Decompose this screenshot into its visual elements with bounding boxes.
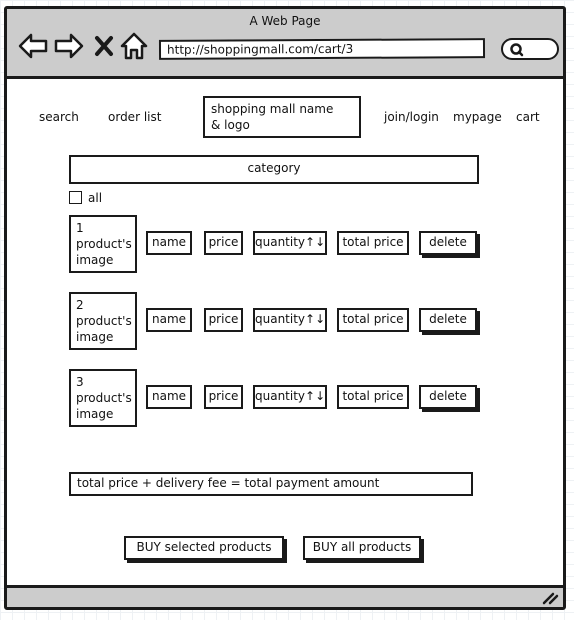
product-image[interactable]: 3 product's image bbox=[69, 369, 137, 427]
delete-button[interactable]: delete bbox=[419, 231, 477, 255]
forward-arrow-icon[interactable] bbox=[53, 31, 85, 61]
buy-all-button[interactable]: BUY all products bbox=[303, 536, 421, 560]
quantity-stepper[interactable]: quantity↑↓ bbox=[253, 231, 327, 255]
product-name: name bbox=[146, 385, 192, 409]
select-all-checkbox[interactable] bbox=[69, 191, 82, 204]
home-icon[interactable] bbox=[119, 31, 149, 61]
nav-cart-link[interactable]: cart bbox=[516, 110, 540, 124]
nav-order-list-link[interactable]: order list bbox=[108, 110, 161, 124]
logo-line-2: & logo bbox=[211, 118, 250, 132]
resize-grip-icon[interactable] bbox=[541, 591, 559, 605]
delete-button[interactable]: delete bbox=[419, 385, 477, 409]
select-all-row[interactable]: all bbox=[69, 191, 102, 205]
shop-logo[interactable]: shopping mall name & logo bbox=[203, 96, 361, 138]
browser-search-button[interactable] bbox=[501, 38, 559, 60]
nav-join-login-link[interactable]: join/login bbox=[384, 110, 439, 124]
quantity-stepper[interactable]: quantity↑↓ bbox=[253, 385, 327, 409]
product-total-price: total price bbox=[337, 231, 409, 255]
product-price: price bbox=[204, 308, 243, 332]
status-bar bbox=[7, 585, 563, 607]
product-total-price: total price bbox=[337, 385, 409, 409]
browser-window: A Web Page http://shoppingmall.com/cart/… bbox=[4, 6, 566, 610]
browser-toolbar: A Web Page http://shoppingmall.com/cart/… bbox=[7, 9, 563, 79]
product-name: name bbox=[146, 231, 192, 255]
close-x-icon[interactable] bbox=[93, 31, 115, 61]
category-bar[interactable]: category bbox=[69, 155, 479, 184]
total-payment-summary: total price + delivery fee = total payme… bbox=[69, 472, 473, 496]
product-name: name bbox=[146, 308, 192, 332]
quantity-stepper[interactable]: quantity↑↓ bbox=[253, 308, 327, 332]
product-price: price bbox=[204, 231, 243, 255]
product-total-price: total price bbox=[337, 308, 409, 332]
nav-mypage-link[interactable]: mypage bbox=[453, 110, 502, 124]
product-image[interactable]: 2 product's image bbox=[69, 292, 137, 350]
back-arrow-icon[interactable] bbox=[17, 31, 49, 61]
window-title: A Web Page bbox=[249, 14, 321, 28]
product-price: price bbox=[204, 385, 243, 409]
logo-line-1: shopping mall name bbox=[211, 102, 334, 116]
select-all-label: all bbox=[88, 191, 103, 205]
delete-button[interactable]: delete bbox=[419, 308, 477, 332]
search-icon bbox=[510, 43, 524, 57]
url-input[interactable]: http://shoppingmall.com/cart/3 bbox=[158, 38, 486, 60]
product-image[interactable]: 1 product's image bbox=[69, 215, 137, 273]
nav-search-link[interactable]: search bbox=[39, 110, 79, 124]
buy-selected-button[interactable]: BUY selected products bbox=[124, 536, 284, 560]
